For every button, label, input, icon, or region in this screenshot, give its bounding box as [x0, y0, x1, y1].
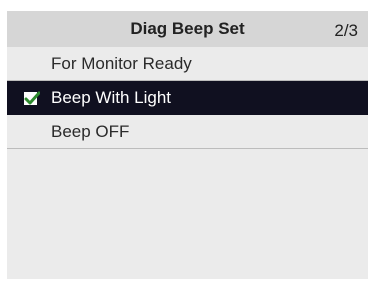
checkmark-icon	[24, 91, 40, 105]
menu-item-for-monitor-ready[interactable]: For Monitor Ready	[7, 47, 368, 81]
device-screen: Diag Beep Set 2/3 For Monitor Ready Beep…	[7, 11, 368, 279]
menu-item-beep-with-light[interactable]: Beep With Light	[7, 81, 368, 115]
page-indicator: 2/3	[334, 21, 358, 40]
menu-item-beep-off[interactable]: Beep OFF	[7, 115, 368, 149]
page-title: Diag Beep Set	[130, 19, 245, 38]
header-bar: Diag Beep Set 2/3	[7, 11, 368, 47]
menu-item-label: Beep With Light	[51, 88, 172, 107]
menu-list: For Monitor Ready Beep With Light Beep O…	[7, 47, 368, 149]
menu-item-label: Beep OFF	[51, 122, 130, 141]
menu-item-label: For Monitor Ready	[51, 54, 192, 73]
